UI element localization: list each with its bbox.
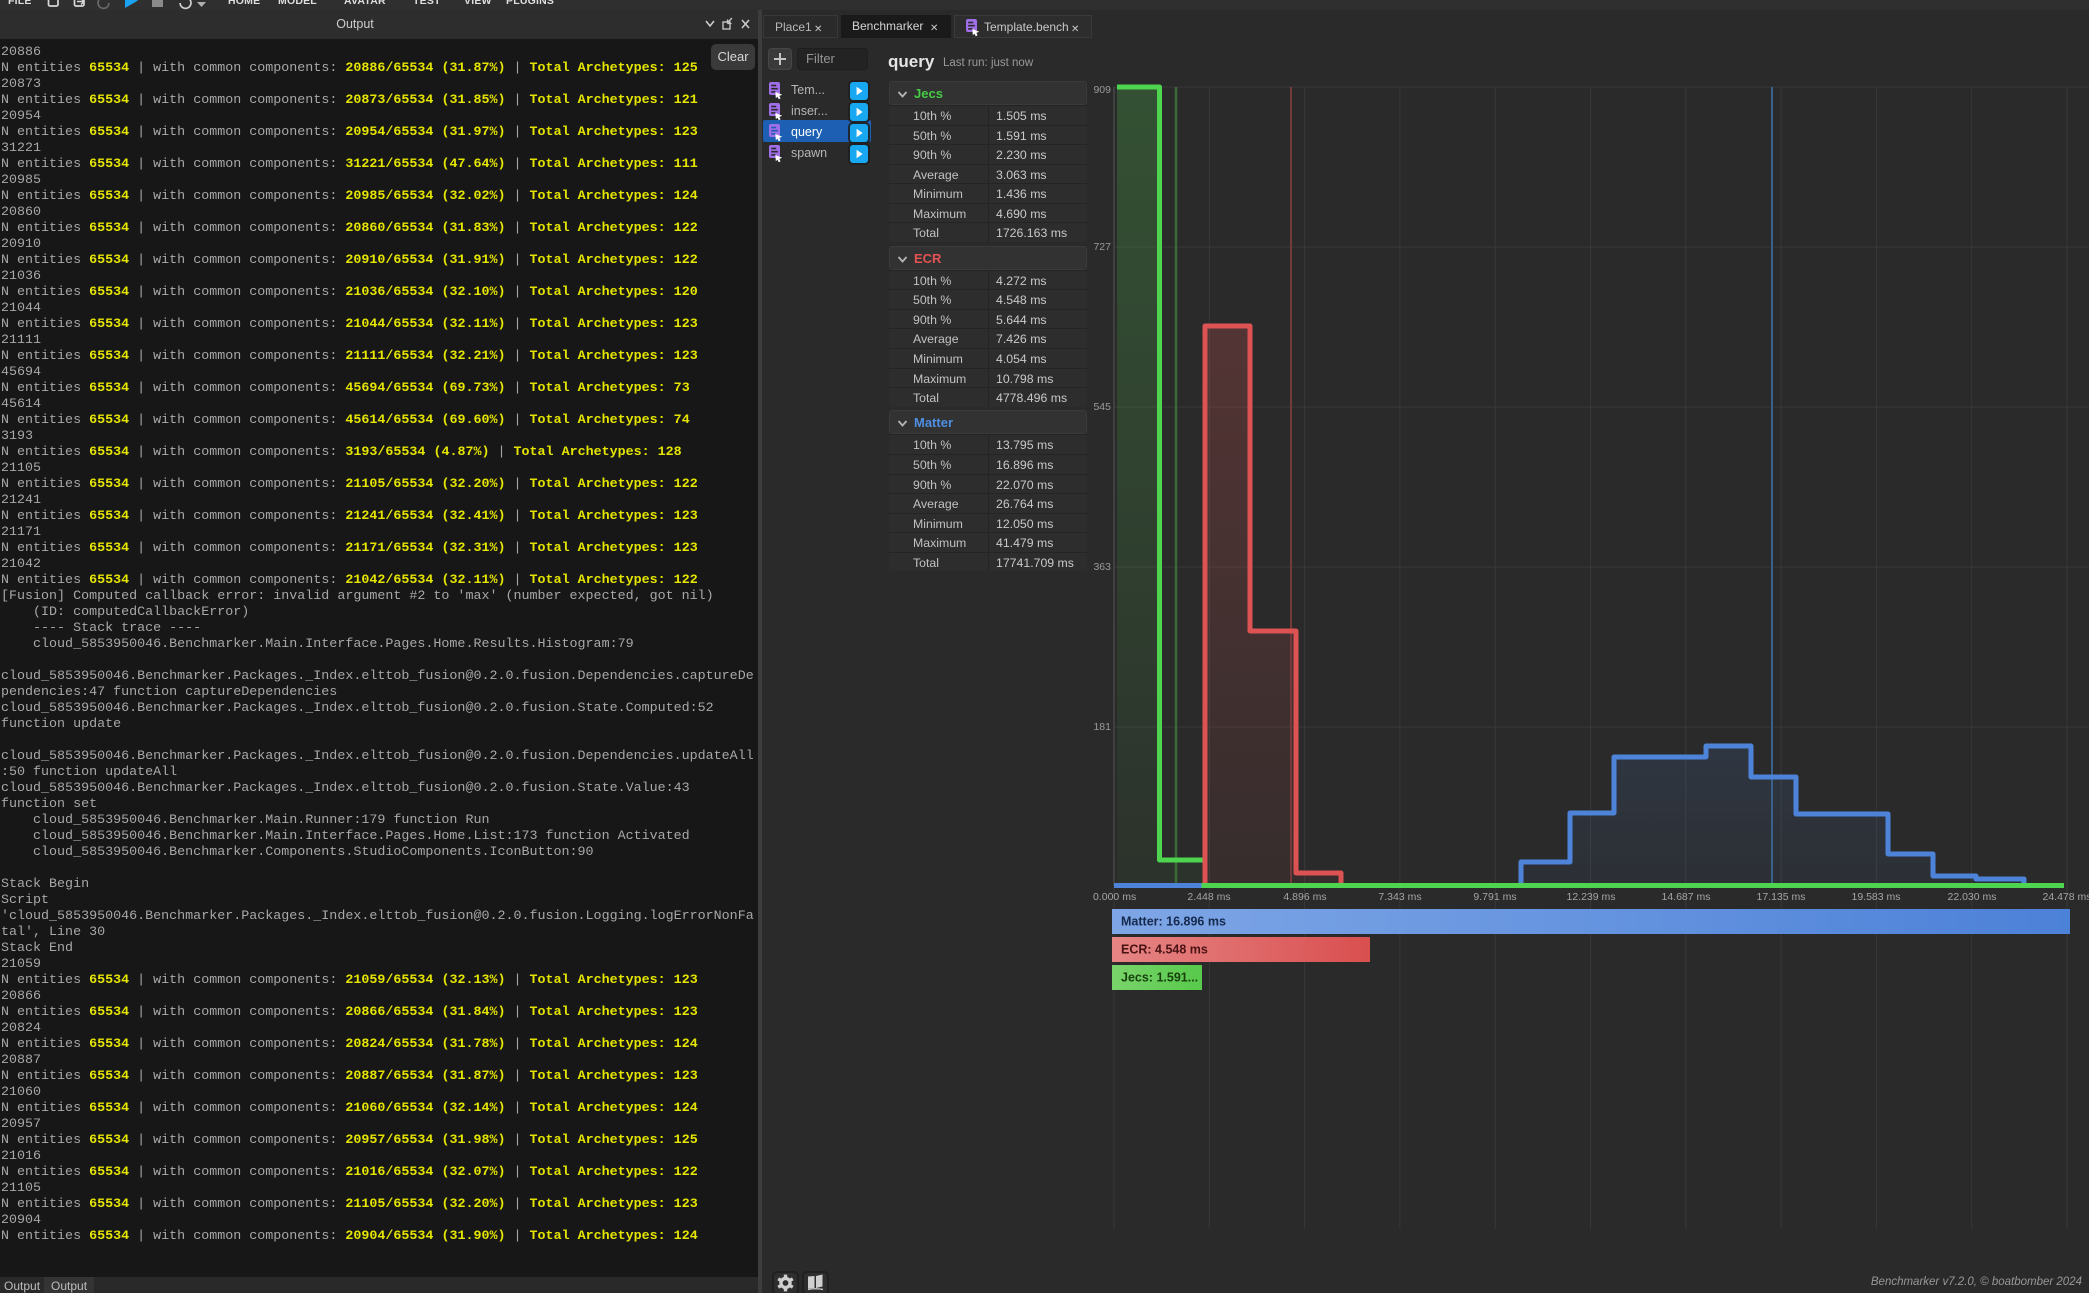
svg-text:7.343 ms: 7.343 ms: [1378, 891, 1421, 903]
svg-text:363: 363: [1093, 561, 1111, 573]
svg-text:12.239 ms: 12.239 ms: [1566, 891, 1615, 903]
svg-text:545: 545: [1093, 401, 1111, 413]
svg-text:19.583 ms: 19.583 ms: [1851, 891, 1900, 903]
svg-text:ECR: 4.548 ms: ECR: 4.548 ms: [1121, 942, 1208, 956]
svg-text:9.791 ms: 9.791 ms: [1473, 891, 1516, 903]
svg-text:909: 909: [1093, 84, 1111, 96]
svg-text:Jecs: 1.591...: Jecs: 1.591...: [1121, 970, 1198, 984]
svg-text:181: 181: [1093, 721, 1111, 733]
svg-text:Matter: 16.896 ms: Matter: 16.896 ms: [1121, 914, 1226, 928]
svg-text:0.000 ms: 0.000 ms: [1093, 891, 1136, 903]
svg-text:14.687 ms: 14.687 ms: [1661, 891, 1710, 903]
svg-text:17.135 ms: 17.135 ms: [1756, 891, 1805, 903]
svg-text:22.030 ms: 22.030 ms: [1947, 891, 1996, 903]
svg-text:727: 727: [1093, 241, 1111, 253]
svg-text:24.478 ms: 24.478 ms: [2042, 891, 2089, 903]
svg-text:2.448 ms: 2.448 ms: [1187, 891, 1230, 903]
svg-text:4.896 ms: 4.896 ms: [1283, 891, 1326, 903]
